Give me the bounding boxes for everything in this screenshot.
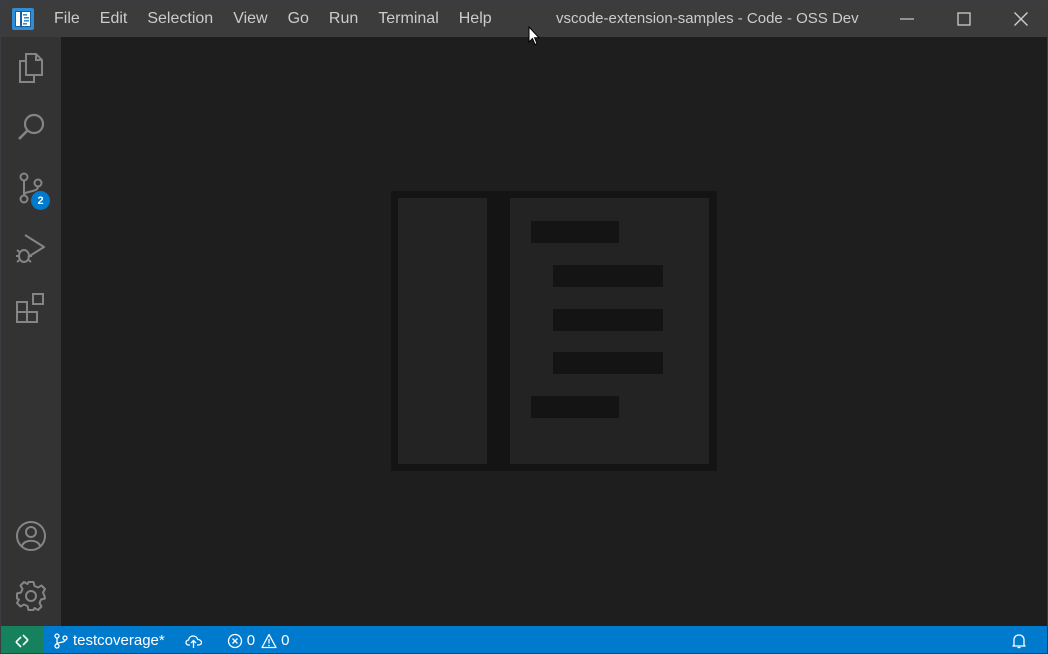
close-icon: [1013, 12, 1028, 26]
menu-view[interactable]: View: [223, 1, 277, 37]
close-button[interactable]: [992, 1, 1047, 37]
menu-edit[interactable]: Edit: [90, 1, 138, 37]
branch-status[interactable]: testcoverage*: [43, 626, 171, 653]
remote-icon: [15, 633, 29, 648]
window-controls: [878, 1, 1047, 37]
maximize-icon: [956, 12, 971, 26]
account-icon: [16, 521, 46, 551]
run-debug-icon: [16, 234, 45, 263]
warning-count: 0: [281, 632, 290, 649]
menu-help[interactable]: Help: [449, 1, 502, 37]
activity-manage[interactable]: [1, 568, 61, 624]
warning-icon: [261, 633, 277, 648]
notifications-button[interactable]: [1005, 626, 1037, 653]
problems-status[interactable]: 0 0: [213, 626, 296, 653]
activity-search[interactable]: [1, 100, 61, 156]
source-control-badge: 2: [31, 191, 50, 210]
window-title: vscode-extension-samples - Code - OSS De…: [556, 10, 859, 27]
branch-name: testcoverage*: [73, 632, 165, 649]
activity-run-debug[interactable]: [1, 220, 61, 276]
activity-accounts[interactable]: [1, 508, 61, 564]
status-bar-right: [1005, 626, 1037, 653]
activity-extensions[interactable]: [1, 280, 61, 336]
menu-file[interactable]: File: [42, 1, 90, 37]
activity-bar: 2: [1, 37, 61, 626]
activity-explorer[interactable]: [1, 40, 61, 96]
title-bar: File Edit Selection View Go Run Terminal…: [1, 1, 1047, 37]
activity-source-control[interactable]: 2: [1, 160, 61, 216]
vscode-letterpress-icon: [391, 191, 717, 476]
menu-run[interactable]: Run: [319, 1, 368, 37]
minimize-button[interactable]: [878, 1, 935, 37]
menu-bar: File Edit Selection View Go Run Terminal…: [42, 1, 502, 37]
cloud-upload-icon: [185, 634, 202, 648]
vscode-window: File Edit Selection View Go Run Terminal…: [0, 0, 1048, 654]
menu-selection[interactable]: Selection: [137, 1, 223, 37]
editor-area[interactable]: [61, 37, 1047, 626]
gear-icon: [16, 581, 46, 611]
bell-icon: [1012, 633, 1026, 648]
error-count: 0: [246, 632, 256, 649]
error-icon: [227, 633, 242, 648]
mouse-cursor-icon: [528, 25, 541, 51]
menu-go[interactable]: Go: [278, 1, 319, 37]
minimize-icon: [899, 18, 914, 20]
git-branch-icon: [54, 632, 68, 649]
remote-indicator[interactable]: [1, 626, 43, 653]
files-icon: [19, 53, 43, 83]
vscode-oss-icon: [12, 8, 34, 30]
menu-terminal[interactable]: Terminal: [368, 1, 448, 37]
extensions-icon: [16, 293, 44, 323]
search-icon: [18, 113, 45, 140]
sync-status[interactable]: [171, 626, 213, 653]
maximize-button[interactable]: [935, 1, 992, 37]
status-bar: testcoverage* 0 0: [1, 626, 1047, 653]
